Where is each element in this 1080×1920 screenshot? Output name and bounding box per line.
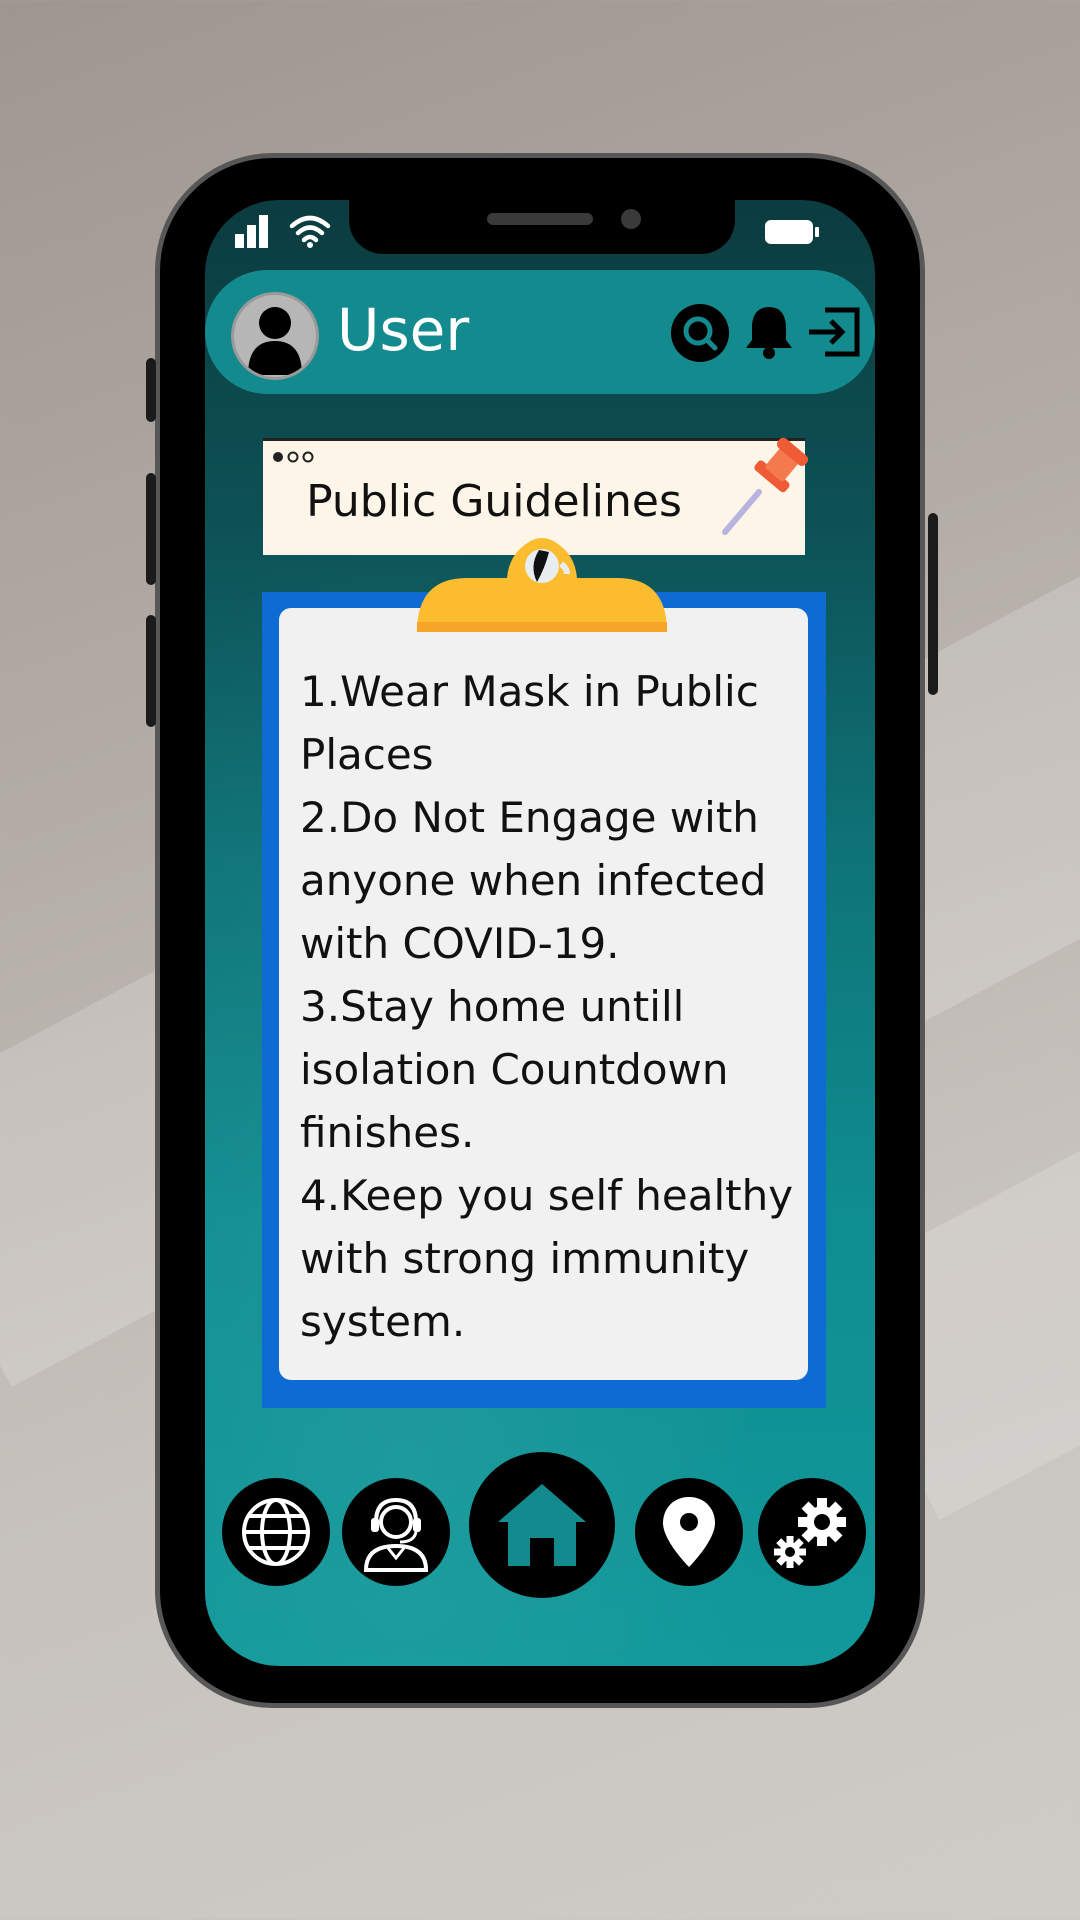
pushpin-icon xyxy=(722,437,809,535)
phone-side-button xyxy=(146,473,156,585)
clipboard: 1.Wear Mask in Public Places 2.Do Not En… xyxy=(262,592,826,1408)
clipboard-clip-icon xyxy=(417,538,667,632)
logout-icon[interactable] xyxy=(805,306,861,358)
phone-screen: User Public Guidelines 1.Wear Mask in Pu… xyxy=(205,200,875,1666)
guideline-item: 4.Keep you self healthy with strong immu… xyxy=(300,1171,794,1346)
app-header: User xyxy=(205,270,875,394)
speaker xyxy=(487,213,593,225)
notch xyxy=(349,200,735,254)
phone-frame: User Public Guidelines 1.Wear Mask in Pu… xyxy=(146,153,938,1708)
username-label: User xyxy=(337,296,470,364)
globe-icon xyxy=(242,1498,310,1566)
window-dots-icon xyxy=(271,449,317,469)
nav-location-button[interactable] xyxy=(635,1478,743,1586)
phone-side-button xyxy=(928,513,938,695)
guideline-item: 1.Wear Mask in Public Places xyxy=(300,667,759,779)
search-icon[interactable] xyxy=(671,304,729,362)
user-avatar-icon[interactable] xyxy=(231,292,319,380)
nav-home-button[interactable] xyxy=(469,1452,615,1598)
guidelines-list: 1.Wear Mask in Public Places 2.Do Not En… xyxy=(300,660,810,1353)
phone-side-button xyxy=(146,615,156,727)
guideline-item: 3.Stay home untill isolation Countdown f… xyxy=(300,982,729,1157)
nav-settings-button[interactable] xyxy=(758,1478,866,1586)
guidelines-paper: 1.Wear Mask in Public Places 2.Do Not En… xyxy=(279,608,808,1380)
bell-icon[interactable] xyxy=(743,304,795,360)
wifi-icon xyxy=(289,215,331,248)
support-agent-icon xyxy=(363,1497,429,1572)
location-pin-icon xyxy=(663,1497,715,1567)
phone-side-button xyxy=(146,358,156,422)
nav-globe-button[interactable] xyxy=(222,1478,330,1586)
guideline-item: 2.Do Not Engage with anyone when infecte… xyxy=(300,793,767,968)
page-title: Public Guidelines xyxy=(306,476,682,527)
nav-support-button[interactable] xyxy=(342,1478,450,1586)
settings-gears-icon xyxy=(774,1498,846,1568)
signal-icon xyxy=(235,215,268,248)
battery-icon xyxy=(765,220,819,244)
home-icon xyxy=(498,1484,586,1566)
camera xyxy=(621,209,641,229)
